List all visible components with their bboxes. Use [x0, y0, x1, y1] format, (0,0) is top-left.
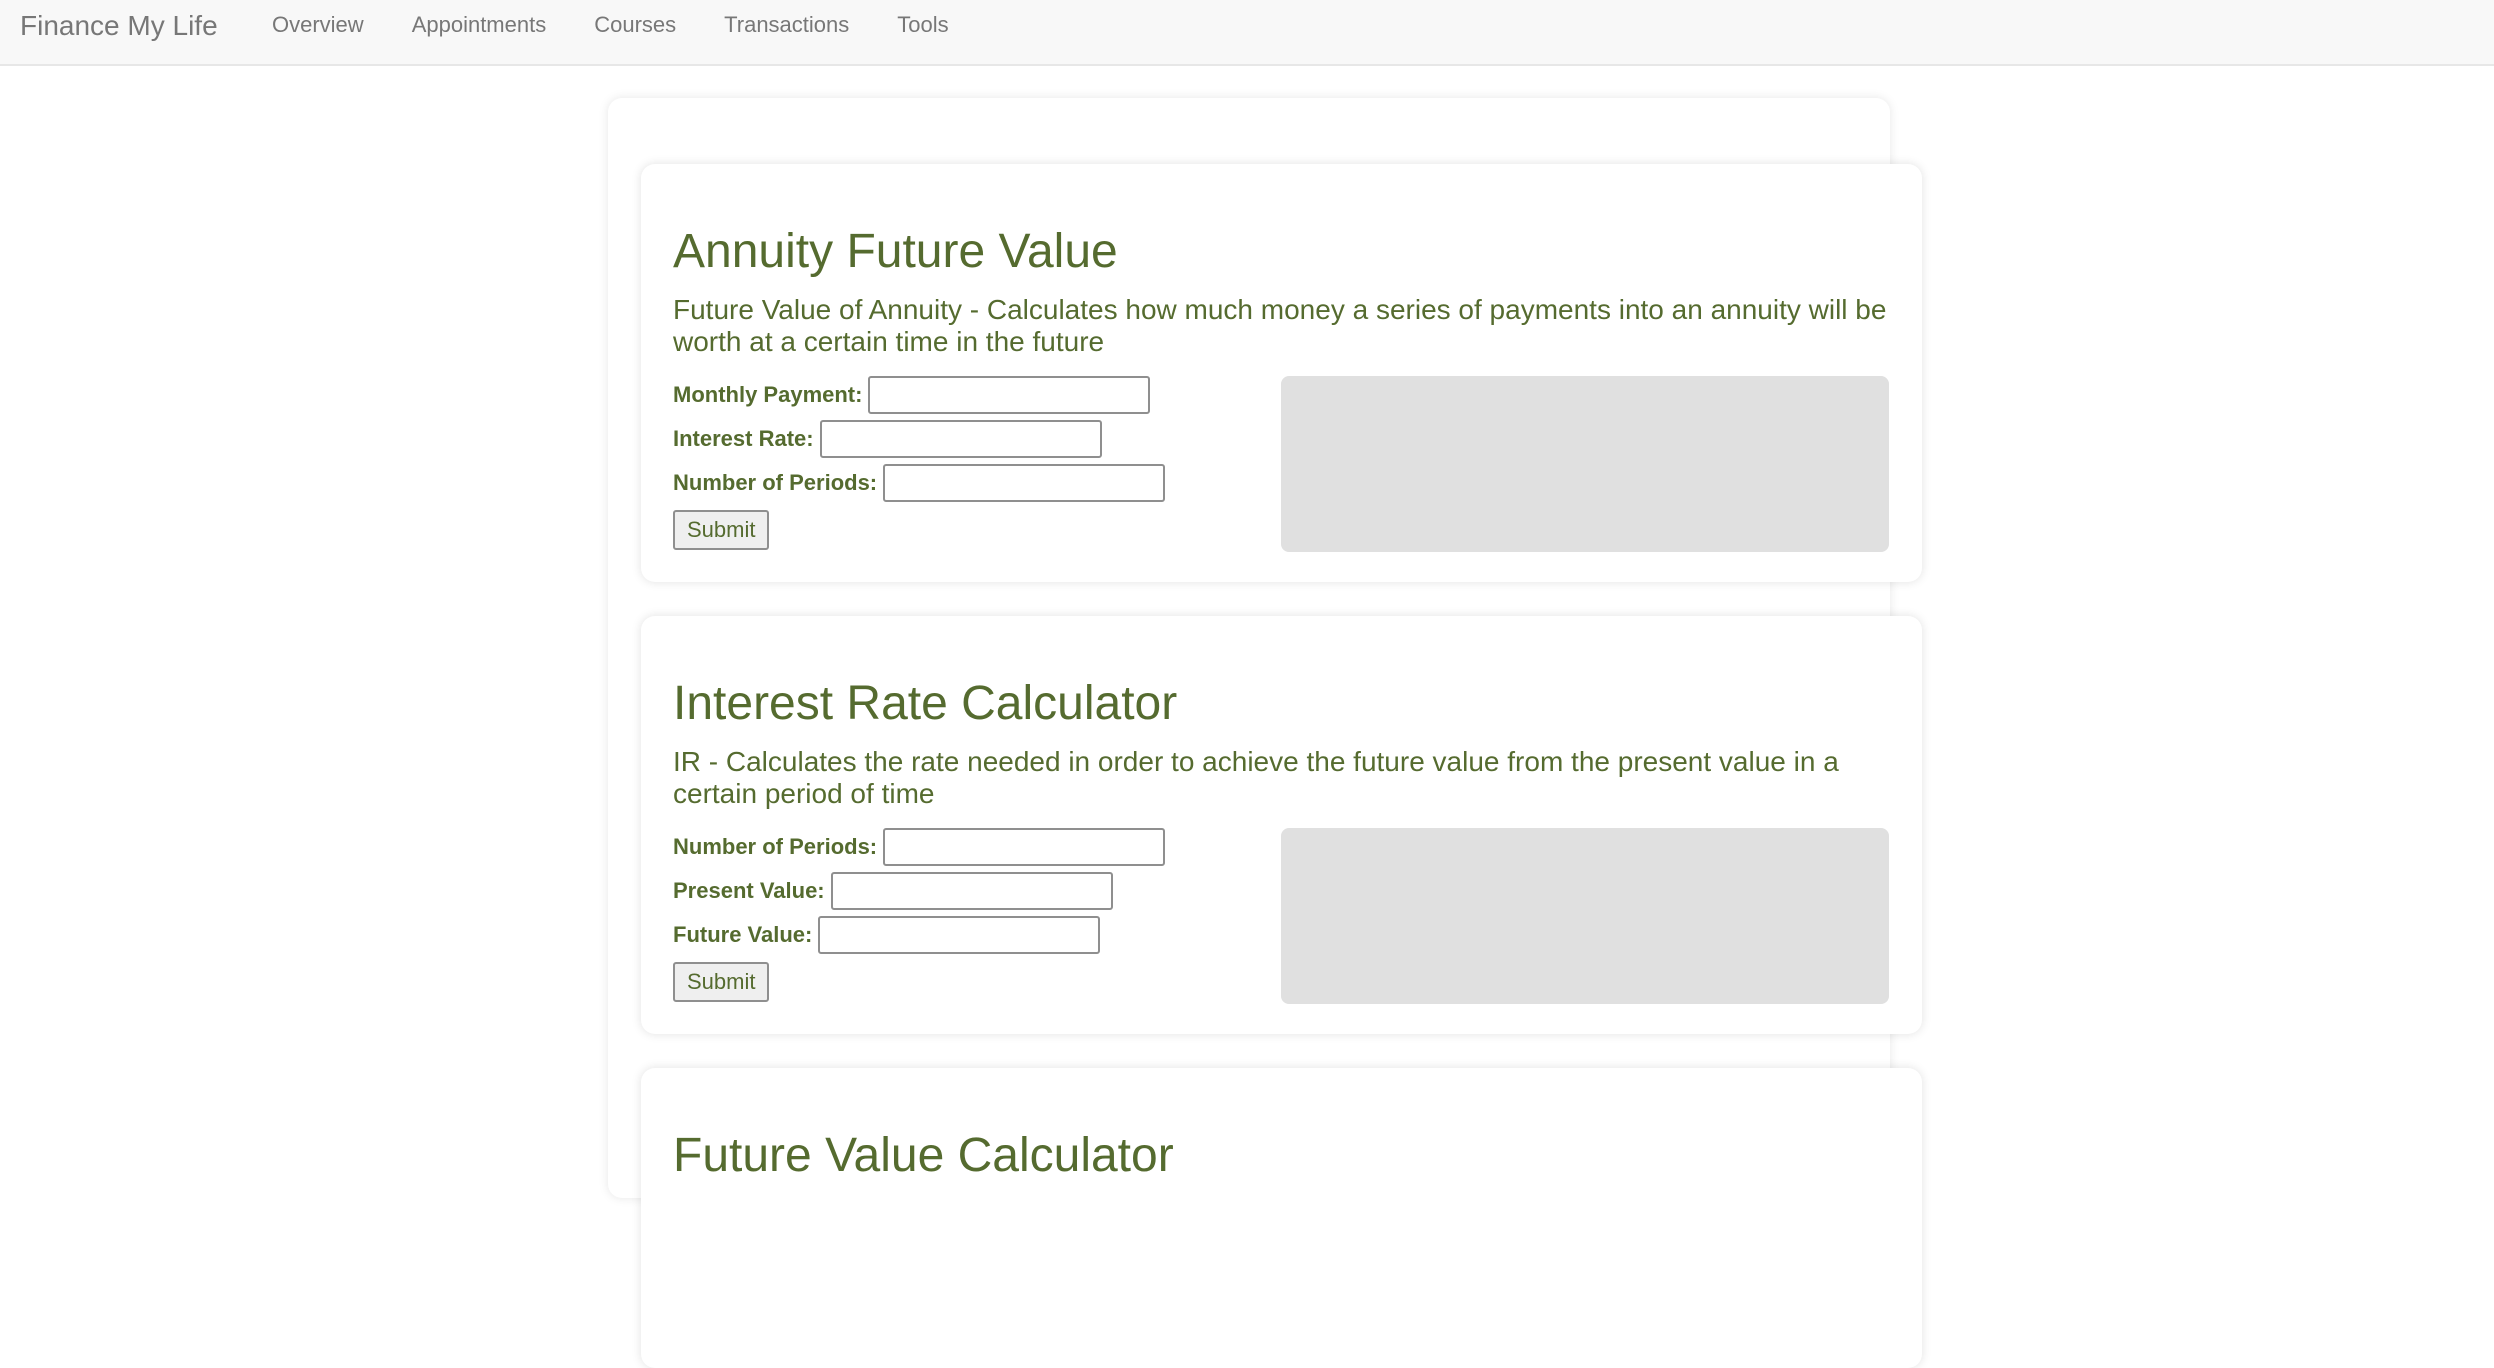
monthly-payment-input[interactable] [868, 376, 1151, 414]
top-navbar: Finance My Life Overview Appointments Co… [0, 0, 2494, 66]
monthly-payment-label: Monthly Payment: [673, 382, 863, 407]
nav-menu: Overview Appointments Courses Transactio… [272, 12, 997, 38]
card-description: Future Value of Annuity - Calculates how… [673, 294, 1887, 357]
card-title: Future Value Calculator [673, 1129, 1174, 1182]
monthly-payment-field: Monthly Payment: [673, 376, 1151, 414]
present-value-label: Present Value: [673, 878, 825, 903]
nav-transactions[interactable]: Transactions [724, 12, 849, 38]
future-value-input[interactable] [818, 916, 1101, 954]
interest-rate-label: Interest Rate: [673, 426, 814, 451]
present-value-field: Present Value: [673, 872, 1113, 910]
submit-button[interactable]: Submit [673, 510, 770, 550]
number-of-periods-field: Number of Periods: [673, 464, 1166, 502]
number-of-periods-label: Number of Periods: [673, 470, 878, 495]
nav-tools[interactable]: Tools [897, 12, 948, 38]
nav-appointments[interactable]: Appointments [412, 12, 547, 38]
result-display [1281, 828, 1889, 1004]
nav-overview[interactable]: Overview [272, 12, 364, 38]
present-value-input[interactable] [830, 872, 1113, 910]
nav-courses[interactable]: Courses [594, 12, 676, 38]
annuity-future-value-card: Annuity Future Value Future Value of Ann… [641, 164, 1922, 582]
future-value-field: Future Value: [673, 916, 1101, 954]
number-of-periods-label: Number of Periods: [673, 834, 878, 859]
brand-link[interactable]: Finance My Life [20, 10, 218, 42]
result-display [1281, 376, 1889, 552]
interest-rate-field: Interest Rate: [673, 420, 1102, 458]
submit-button[interactable]: Submit [673, 962, 770, 1002]
card-description: IR - Calculates the rate needed in order… [673, 746, 1839, 809]
interest-rate-calculator-card: Interest Rate Calculator IR - Calculates… [641, 616, 1922, 1034]
interest-rate-input[interactable] [819, 420, 1102, 458]
future-value-calculator-card: Future Value Calculator [641, 1068, 1922, 1368]
card-title: Annuity Future Value [673, 225, 1118, 278]
number-of-periods-input[interactable] [883, 464, 1166, 502]
number-of-periods-input[interactable] [883, 828, 1166, 866]
number-of-periods-field: Number of Periods: [673, 828, 1166, 866]
card-title: Interest Rate Calculator [673, 677, 1178, 730]
future-value-label: Future Value: [673, 922, 813, 947]
